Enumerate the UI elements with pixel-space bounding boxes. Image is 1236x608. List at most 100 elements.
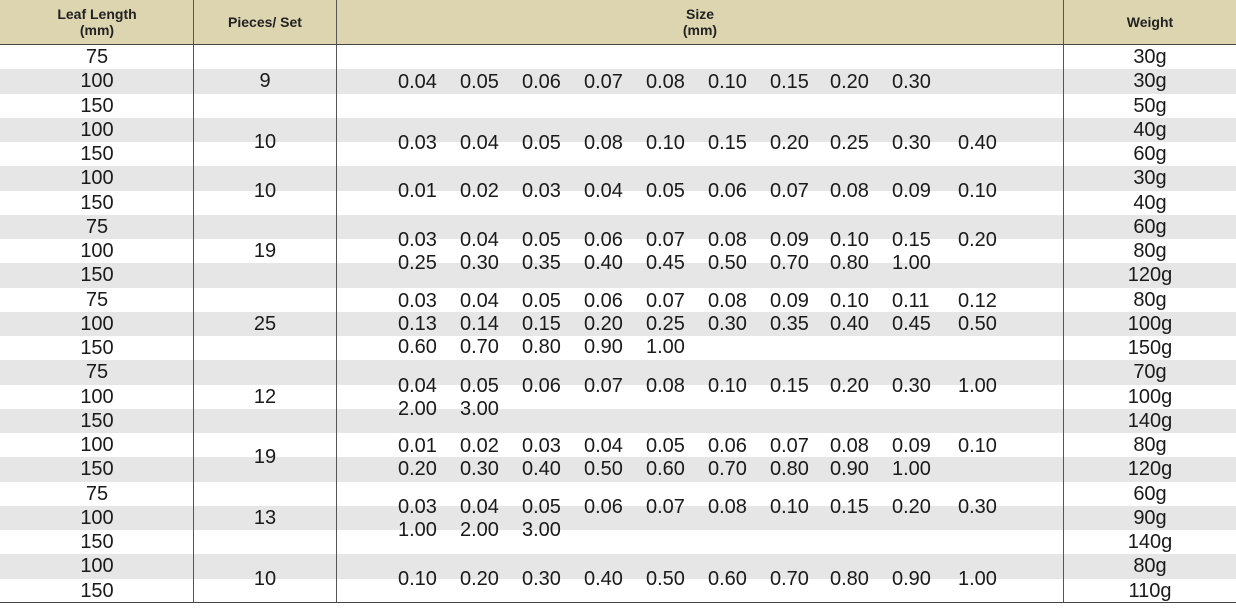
leaf-length-cell: 150 <box>80 579 114 602</box>
weight-cell: 140g <box>1127 531 1173 553</box>
size-value: 0.06 <box>584 229 623 252</box>
size-value: 0.01 <box>398 435 437 458</box>
size-value: 0.30 <box>892 131 931 154</box>
size-value: 0.10 <box>398 568 437 590</box>
size-value: 0.04 <box>584 435 623 458</box>
weight-cell: 140g <box>1127 409 1173 432</box>
size-value: 0.90 <box>892 568 931 590</box>
size-value: 0.10 <box>708 374 747 397</box>
size-value: 1.00 <box>892 252 931 275</box>
weight-cell: 120g <box>1127 264 1173 287</box>
weight-cell: 80g <box>1133 434 1167 456</box>
leaf-length-cell: 100 <box>80 506 114 529</box>
header-size-label: Size <box>685 6 714 22</box>
size-value: 0.14 <box>460 313 499 336</box>
size-value: 0.40 <box>958 131 997 154</box>
header-size-unit: (mm) <box>682 22 718 38</box>
column-divider <box>336 0 337 602</box>
size-value: 0.03 <box>398 229 437 252</box>
size-value: 0.06 <box>522 70 561 93</box>
leaf-length-cell: 150 <box>80 94 114 117</box>
size-value: 0.15 <box>522 313 561 336</box>
leaf-length-cell: 75 <box>85 288 109 311</box>
size-value: 0.09 <box>770 290 809 313</box>
size-value: 0.30 <box>460 458 499 481</box>
leaf-length-cell: 100 <box>80 434 114 456</box>
size-value: 0.06 <box>584 495 623 518</box>
leaf-length-cell: 150 <box>80 264 114 287</box>
size-value: 0.03 <box>522 180 561 202</box>
size-value: 0.15 <box>708 131 747 154</box>
size-value: 0.12 <box>958 290 997 313</box>
size-value: 0.15 <box>770 374 809 397</box>
size-value: 0.30 <box>892 70 931 93</box>
column-divider <box>1063 0 1064 602</box>
size-value: 0.50 <box>646 568 685 590</box>
thickness-gauge-spec-table: Leaf Length (mm) Pieces/ Set Size (mm) W… <box>0 0 1236 604</box>
leaf-length-cell: 100 <box>80 555 114 578</box>
size-value: 0.08 <box>830 435 869 458</box>
pieces-per-set-cell: 12 <box>253 385 277 408</box>
size-value: 0.07 <box>646 495 685 518</box>
size-value: 0.20 <box>958 229 997 252</box>
size-value: 0.08 <box>708 229 747 252</box>
size-value: 0.05 <box>460 70 499 93</box>
size-value: 0.05 <box>522 495 561 518</box>
size-value: 0.11 <box>892 290 930 313</box>
size-value: 2.00 <box>460 518 499 541</box>
leaf-length-cell: 150 <box>80 191 114 214</box>
size-value: 0.08 <box>646 374 685 397</box>
weight-cell: 150g <box>1127 337 1173 359</box>
size-value: 0.50 <box>958 313 997 336</box>
leaf-length-cell: 75 <box>85 46 109 68</box>
weight-cell: 80g <box>1133 240 1167 262</box>
size-value: 0.03 <box>398 495 437 518</box>
size-value: 0.05 <box>646 435 685 458</box>
header-weight: Weight <box>1064 0 1236 44</box>
size-value: 0.13 <box>398 313 437 336</box>
size-value: 0.09 <box>892 180 931 202</box>
size-value: 0.04 <box>398 374 437 397</box>
weight-cell: 40g <box>1133 191 1167 214</box>
size-value: 0.04 <box>460 290 499 313</box>
pieces-per-set-cell: 10 <box>253 567 277 590</box>
size-value: 0.25 <box>646 313 685 336</box>
leaf-length-cell: 150 <box>80 409 114 432</box>
size-value: 0.30 <box>522 568 561 590</box>
size-value: 0.07 <box>770 180 809 202</box>
leaf-length-cell: 150 <box>80 531 114 553</box>
size-value: 0.10 <box>830 290 869 313</box>
header-leaf-length-label: Leaf Length <box>57 6 137 22</box>
weight-cell: 30g <box>1133 70 1167 93</box>
size-value: 0.15 <box>892 229 931 252</box>
size-value: 0.02 <box>460 435 499 458</box>
leaf-length-cell: 100 <box>80 385 114 408</box>
header-size: Size (mm) <box>336 0 1064 44</box>
size-value: 1.00 <box>398 518 437 541</box>
leaf-length-cell: 100 <box>80 118 114 141</box>
size-value: 0.08 <box>830 180 869 202</box>
weight-cell: 80g <box>1133 555 1167 578</box>
size-value: 0.04 <box>398 70 437 93</box>
size-value: 0.20 <box>770 131 809 154</box>
size-value: 0.04 <box>460 131 499 154</box>
size-value: 0.35 <box>522 252 561 275</box>
weight-cell: 60g <box>1133 482 1167 505</box>
leaf-length-cell: 75 <box>85 482 109 505</box>
size-value: 0.09 <box>770 229 809 252</box>
column-divider <box>193 0 194 602</box>
size-value: 2.00 <box>398 397 437 420</box>
table-bottom-border <box>0 602 1236 603</box>
size-value: 0.50 <box>584 458 623 481</box>
size-value: 0.30 <box>460 252 499 275</box>
size-value: 0.20 <box>460 568 499 590</box>
size-value: 0.05 <box>460 374 499 397</box>
leaf-length-cell: 150 <box>80 337 114 359</box>
size-value: 0.25 <box>830 131 869 154</box>
size-value: 0.20 <box>398 458 437 481</box>
size-value: 0.30 <box>892 374 931 397</box>
size-value: 0.45 <box>646 252 685 275</box>
size-value: 0.25 <box>398 252 437 275</box>
weight-cell: 60g <box>1133 143 1167 165</box>
pieces-per-set-cell: 19 <box>253 240 277 263</box>
